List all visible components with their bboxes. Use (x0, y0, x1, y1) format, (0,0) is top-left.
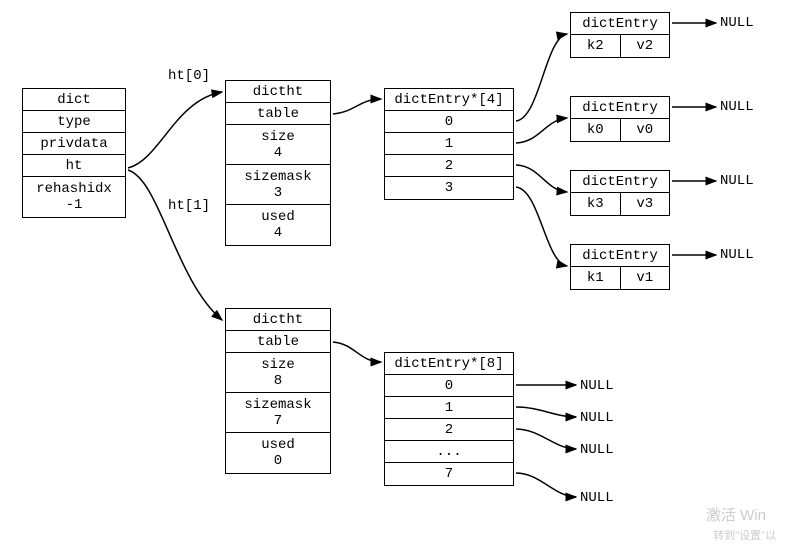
rehashidx-value: -1 (66, 197, 83, 213)
bucket1-row: ... (385, 441, 513, 463)
dictentry-0: dictEntry k2 v2 (570, 12, 670, 58)
bucket1-row: 1 (385, 397, 513, 419)
dictentry-kv: k0 v0 (571, 119, 669, 141)
dictht1-size: size 8 (226, 353, 330, 393)
bucket1-header: dictEntry*[8] (385, 353, 513, 375)
dict-field-rehashidx: rehashidx -1 (23, 177, 125, 217)
bucket1-row: 7 (385, 463, 513, 485)
dictht0-used-label: used (261, 209, 295, 225)
dict-field-type: type (23, 111, 125, 133)
dictht0-sizemask: sizemask 3 (226, 165, 330, 205)
dict-field-privdata: privdata (23, 133, 125, 155)
dictht0-size-value: 4 (274, 145, 282, 161)
bucket0-row: 3 (385, 177, 513, 199)
bucket1-row: 2 (385, 419, 513, 441)
dictentry-title: dictEntry (571, 13, 669, 35)
dictht1-used: used 0 (226, 433, 330, 473)
dictentry-val: v0 (621, 119, 670, 141)
dictentry-val: v2 (621, 35, 670, 57)
dict-field-ht: ht (23, 155, 125, 177)
ht1-label: ht[1] (168, 198, 210, 214)
null-label: NULL (580, 442, 614, 458)
null-label: NULL (720, 173, 754, 189)
dict-title: dict (23, 89, 125, 111)
dictht1-size-label: size (261, 357, 295, 373)
dictht1-title: dictht (226, 309, 330, 331)
dictht0-used: used 4 (226, 205, 330, 245)
dictentry-2: dictEntry k3 v3 (570, 170, 670, 216)
dictht0-size: size 4 (226, 125, 330, 165)
null-label: NULL (580, 378, 614, 394)
dictentry-kv: k3 v3 (571, 193, 669, 215)
dictht0-sizemask-label: sizemask (244, 169, 311, 185)
null-label: NULL (580, 410, 614, 426)
dictht1-struct: dictht table size 8 sizemask 7 used 0 (225, 308, 331, 474)
dictht1-size-value: 8 (274, 373, 282, 389)
watermark-activate: 激活 Win (706, 504, 766, 525)
dictentry-key: k3 (571, 193, 621, 215)
bucket0-array: dictEntry*[4] 0 1 2 3 (384, 88, 514, 200)
dictht0-size-label: size (261, 129, 295, 145)
dictentry-key: k1 (571, 267, 621, 289)
null-label: NULL (720, 99, 754, 115)
bucket1-array: dictEntry*[8] 0 1 2 ... 7 (384, 352, 514, 486)
null-label: NULL (720, 247, 754, 263)
dictht1-sizemask: sizemask 7 (226, 393, 330, 433)
dictht1-used-value: 0 (274, 453, 282, 469)
watermark-settings: 转到"设置"以 (713, 527, 776, 543)
dictentry-title: dictEntry (571, 97, 669, 119)
dictht0-used-value: 4 (274, 225, 282, 241)
dictentry-title: dictEntry (571, 171, 669, 193)
null-label: NULL (720, 15, 754, 31)
dictentry-3: dictEntry k1 v1 (570, 244, 670, 290)
dictentry-1: dictEntry k0 v0 (570, 96, 670, 142)
dictentry-val: v3 (621, 193, 670, 215)
dictht0-title: dictht (226, 81, 330, 103)
null-label: NULL (580, 490, 614, 506)
dictentry-title: dictEntry (571, 245, 669, 267)
bucket0-row: 1 (385, 133, 513, 155)
bucket0-header: dictEntry*[4] (385, 89, 513, 111)
dictentry-kv: k1 v1 (571, 267, 669, 289)
dictentry-key: k2 (571, 35, 621, 57)
bucket0-row: 0 (385, 111, 513, 133)
dict-struct: dict type privdata ht rehashidx -1 (22, 88, 126, 218)
dictht1-sizemask-value: 7 (274, 413, 282, 429)
dictht0-struct: dictht table size 4 sizemask 3 used 4 (225, 80, 331, 246)
dictentry-val: v1 (621, 267, 670, 289)
rehashidx-label: rehashidx (36, 181, 112, 197)
bucket1-row: 0 (385, 375, 513, 397)
dictht1-table: table (226, 331, 330, 353)
dictentry-kv: k2 v2 (571, 35, 669, 57)
ht0-label: ht[0] (168, 68, 210, 84)
dictht1-used-label: used (261, 437, 295, 453)
dictht1-sizemask-label: sizemask (244, 397, 311, 413)
bucket0-row: 2 (385, 155, 513, 177)
dictht0-sizemask-value: 3 (274, 185, 282, 201)
dictht0-table: table (226, 103, 330, 125)
dictentry-key: k0 (571, 119, 621, 141)
